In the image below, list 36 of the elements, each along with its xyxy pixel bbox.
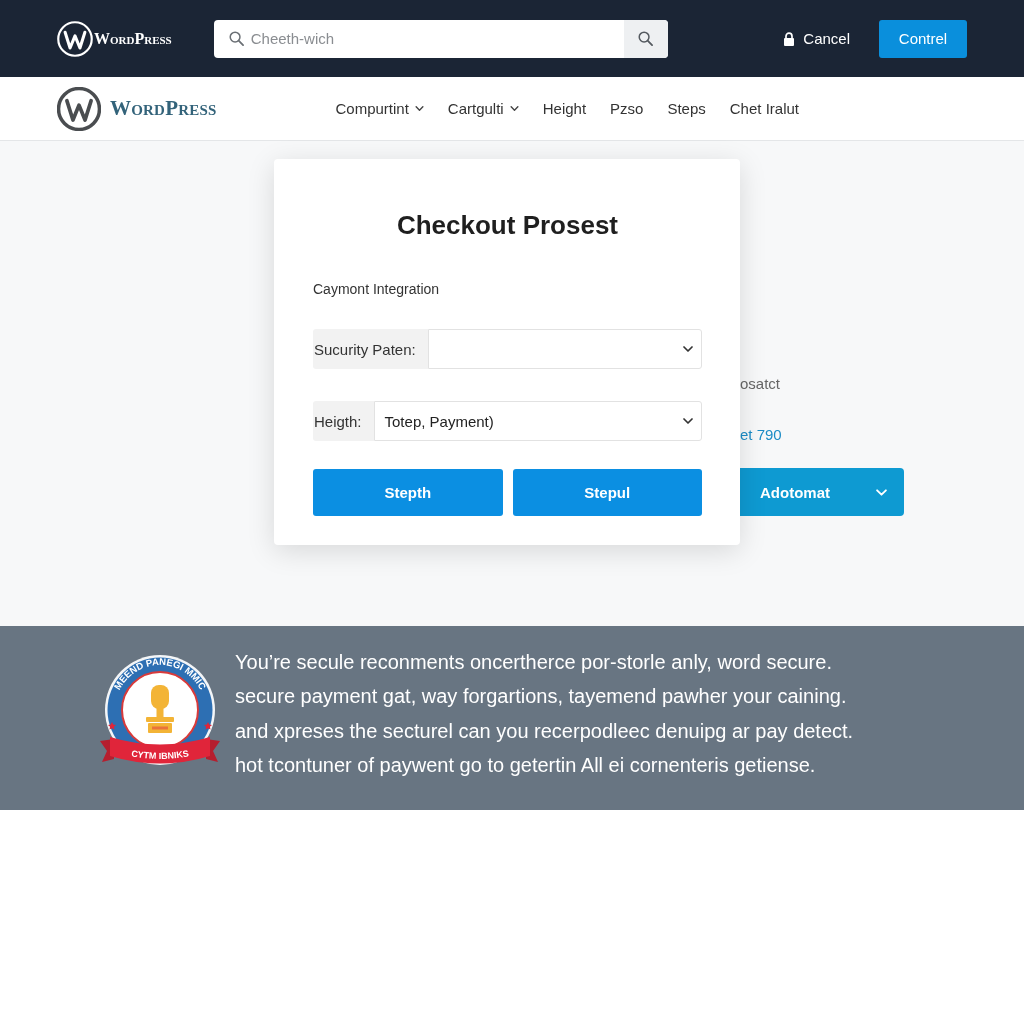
field-label: Sucurity Paten:	[313, 329, 428, 369]
stamp-icon	[146, 685, 174, 733]
nav-link[interactable]: Pzso	[610, 100, 644, 117]
card-title: Checkout Prosest	[395, 210, 620, 240]
search-button[interactable]	[623, 19, 668, 58]
search-icon	[228, 31, 244, 46]
ribbon-text: CYTM IBNIKS	[130, 748, 190, 762]
field-label: Heigth:	[313, 401, 374, 441]
background-text: osatct	[740, 375, 781, 393]
nav-dropdown[interactable]: Compurtint	[335, 100, 424, 117]
logo-icon	[57, 86, 101, 131]
nav-link[interactable]: Steps	[667, 100, 706, 117]
chevron-down-icon	[509, 106, 519, 111]
cancel-button[interactable]: Cancel	[783, 30, 850, 47]
section-label: Caymont Integration	[313, 280, 441, 298]
lock-icon	[783, 31, 796, 46]
chevron-down-icon	[683, 346, 693, 352]
star-icon	[108, 722, 116, 730]
nav-link[interactable]: Chet Iralut	[729, 100, 799, 117]
search-input[interactable]: Cheeth-wich	[250, 19, 624, 58]
nav-dropdown[interactable]: Cartgulti	[447, 100, 519, 117]
select-field[interactable]: Totep, Payment)	[373, 401, 702, 441]
primary-button[interactable]: Contrel	[879, 19, 967, 58]
search-field[interactable]: Cheeth-wich	[213, 19, 668, 58]
logo-wordmark: WordPress	[110, 96, 217, 121]
logo-wordmark: WordPress	[94, 29, 172, 48]
logo-icon	[57, 20, 93, 57]
star-icon	[204, 722, 212, 730]
chevron-down-icon	[414, 106, 424, 111]
nav-link[interactable]: Height	[542, 100, 587, 117]
search-icon	[638, 31, 654, 46]
chevron-down-icon	[683, 418, 693, 424]
chevron-down-icon	[876, 488, 887, 496]
select-field[interactable]	[427, 329, 702, 369]
background-link[interactable]: et 790	[740, 426, 782, 444]
banner-paragraph: You’re secule reconments oncertherce por-storle anly, word secure. secure payment gat, way forgartions, tayemend pawher your caining. and xpreses the secturel can you recerpodleec denuipg ar pay detect. hot tcontuner of paywent go to getertin All ei cornenteris getiense.	[235, 650, 854, 778]
